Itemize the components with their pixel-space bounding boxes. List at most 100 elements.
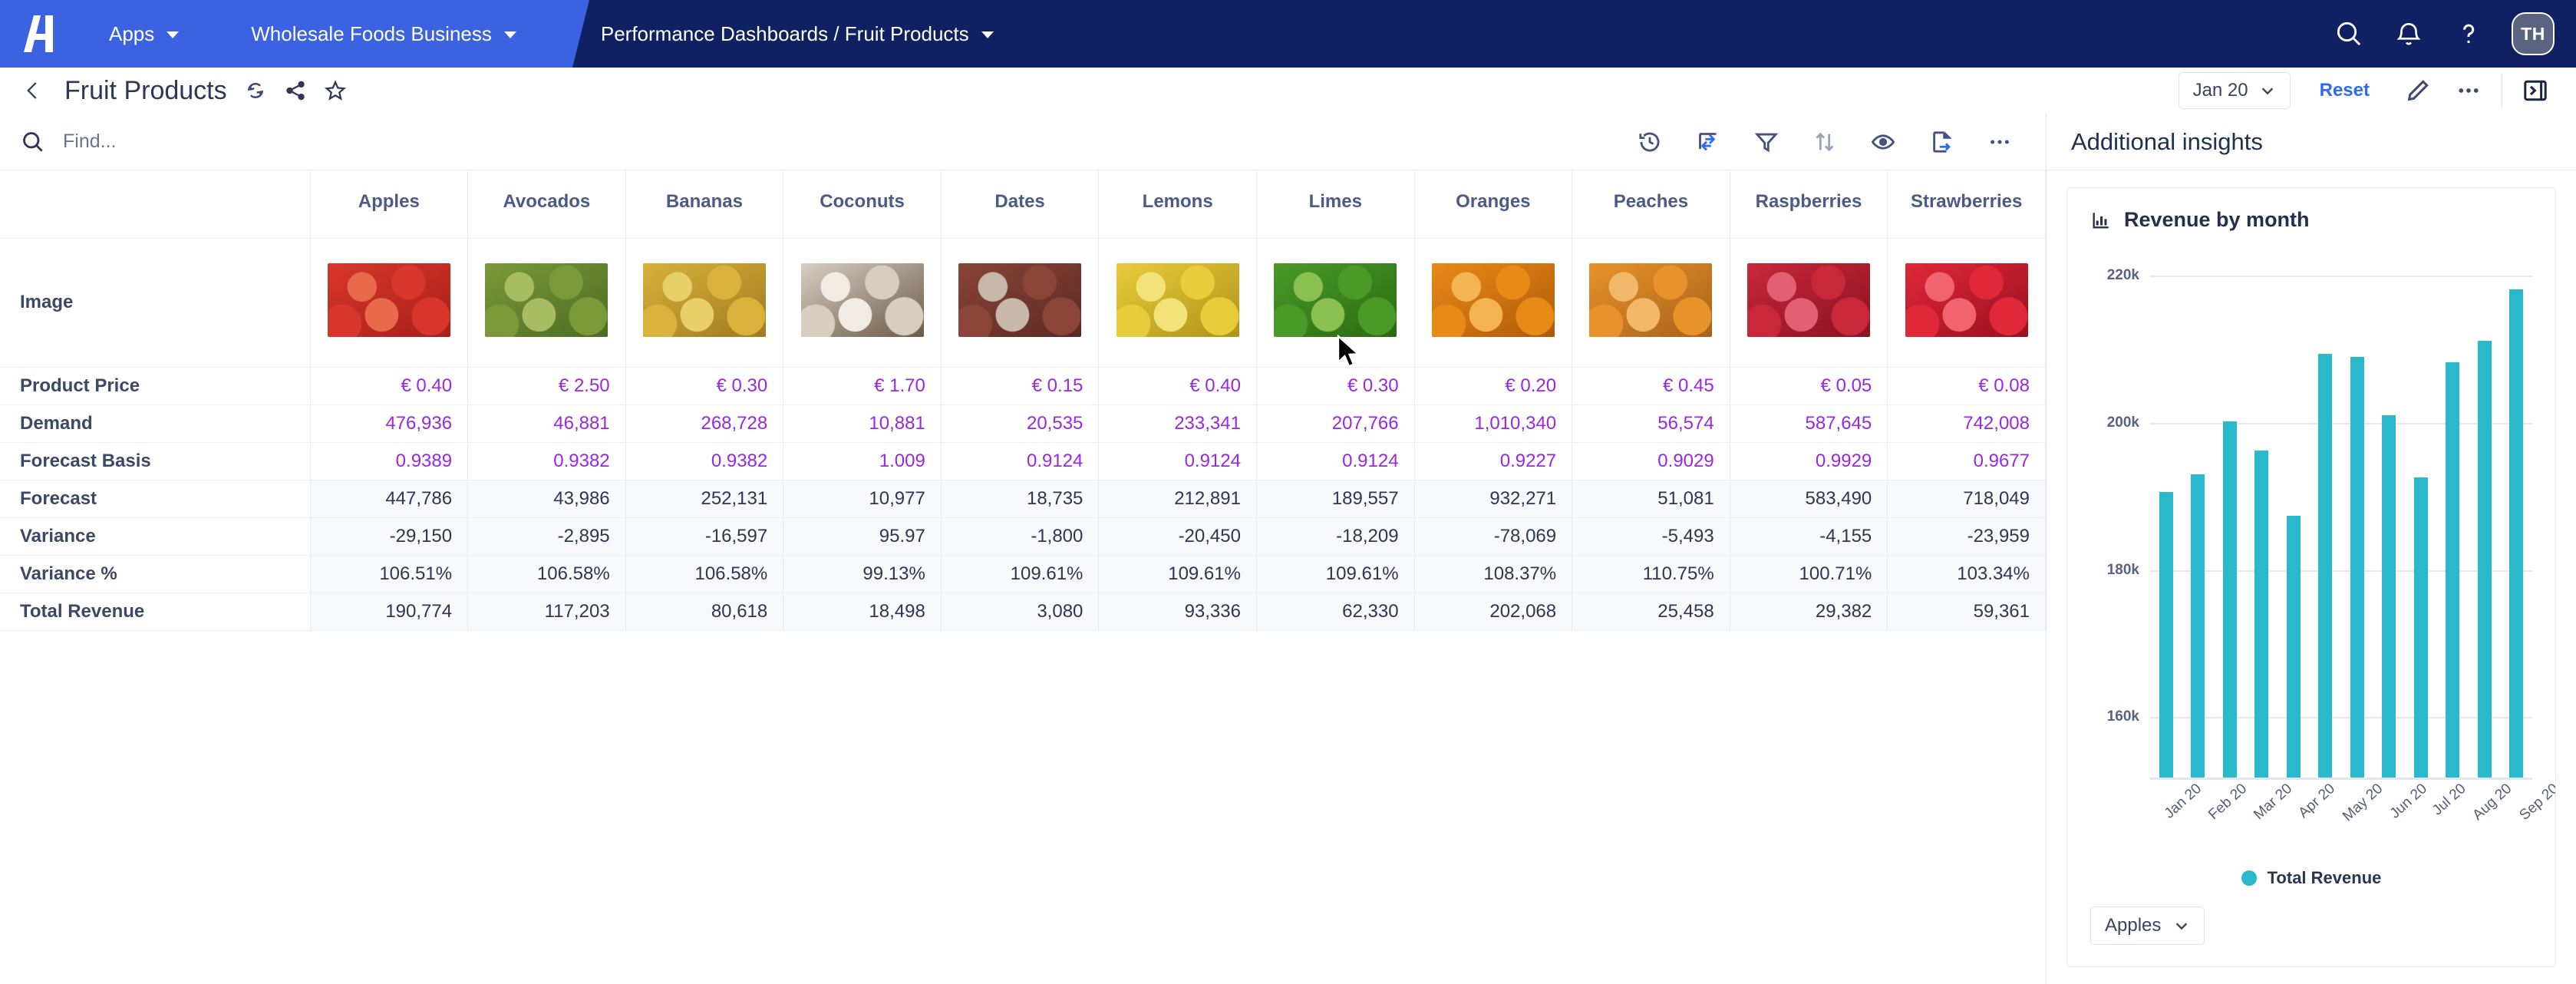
table-cell[interactable]: 476,936 [310,404,469,443]
table-cell[interactable]: 106.51% [310,555,469,593]
image-cell-raspberries[interactable] [1730,238,1888,368]
table-cell[interactable]: 117,203 [467,593,626,631]
workspace-menu-item[interactable]: Wholesale Foods Business [251,22,516,46]
table-cell[interactable]: € 0.40 [310,367,469,405]
table-cell[interactable]: 0.9389 [310,442,469,480]
table-cell[interactable]: 93,336 [1098,593,1257,631]
chart-bar[interactable] [2477,340,2492,778]
table-cell[interactable]: € 0.05 [1730,367,1888,405]
chart-bar-column[interactable] [2469,263,2501,778]
reset-button[interactable]: Reset [2320,80,2370,101]
breadcrumb-menu[interactable]: Performance Dashboards / Fruit Products [561,0,1020,68]
table-cell[interactable]: € 0.30 [625,367,784,405]
table-cell[interactable]: 108.37% [1414,555,1573,593]
chart-bar-column[interactable] [2341,263,2373,778]
table-cell[interactable]: € 0.30 [1256,367,1415,405]
table-cell[interactable]: 100.71% [1730,555,1888,593]
table-cell[interactable]: 189,557 [1256,480,1415,518]
chart-bar-column[interactable] [2373,263,2406,778]
collapse-panel-icon[interactable] [2521,76,2550,105]
table-cell[interactable]: -5,493 [1572,517,1730,556]
table-cell[interactable]: 109.61% [941,555,1100,593]
column-header-bananas[interactable]: Bananas [625,170,784,239]
chart-bar-column[interactable] [2214,263,2246,778]
column-header-limes[interactable]: Limes [1256,170,1415,239]
chart-bar[interactable] [2350,356,2364,778]
table-cell[interactable]: 202,068 [1414,593,1573,631]
table-cell[interactable]: 59,361 [1887,593,2046,631]
chart-bar-column[interactable] [2182,263,2215,778]
search-input[interactable]: Find... [20,129,1636,155]
table-cell[interactable]: 99.13% [783,555,942,593]
table-cell[interactable]: 190,774 [310,593,469,631]
table-cell[interactable]: -4,155 [1730,517,1888,556]
table-cell[interactable]: 932,271 [1414,480,1573,518]
column-header-peaches[interactable]: Peaches [1572,170,1730,239]
chart-bar-column[interactable] [2501,263,2533,778]
table-cell[interactable]: 0.9929 [1730,442,1888,480]
column-header-apples[interactable]: Apples [310,170,469,239]
table-cell[interactable]: 587,645 [1730,404,1888,443]
table-cell[interactable]: 1,010,340 [1414,404,1573,443]
table-cell[interactable]: 207,766 [1256,404,1415,443]
breadcrumb[interactable]: Performance Dashboards / Fruit Products [601,22,994,46]
pencil-icon[interactable] [2403,76,2433,105]
table-cell[interactable]: 742,008 [1887,404,2046,443]
image-cell-strawberries[interactable] [1887,238,2046,368]
image-cell-limes[interactable] [1256,238,1415,368]
chart-bar-column[interactable] [2246,263,2278,778]
table-cell[interactable]: 0.9124 [1256,442,1415,480]
table-cell[interactable]: 252,131 [625,480,784,518]
chart-bar[interactable] [2446,362,2460,778]
table-cell[interactable]: -20,450 [1098,517,1257,556]
apps-menu-item[interactable]: Apps [109,22,180,46]
table-cell[interactable]: 43,986 [467,480,626,518]
table-cell[interactable]: 268,728 [625,404,784,443]
chart-bar-column[interactable] [2310,263,2342,778]
table-cell[interactable]: 20,535 [941,404,1100,443]
table-cell[interactable]: 10,977 [783,480,942,518]
table-cell[interactable]: 110.75% [1572,555,1730,593]
table-cell[interactable]: € 0.20 [1414,367,1573,405]
table-cell[interactable]: 109.61% [1256,555,1415,593]
table-cell[interactable]: 0.9029 [1572,442,1730,480]
chart-bar-column[interactable] [2150,263,2182,778]
table-cell[interactable]: 18,498 [783,593,942,631]
chart-bar[interactable] [2191,474,2205,778]
table-cell[interactable]: 0.9227 [1414,442,1573,480]
table-cell[interactable]: 106.58% [467,555,626,593]
table-cell[interactable]: -29,150 [310,517,469,556]
product-selector-dropdown[interactable]: Apples [2090,906,2205,945]
image-cell-bananas[interactable] [625,238,784,368]
table-cell[interactable]: 447,786 [310,480,469,518]
image-cell-peaches[interactable] [1572,238,1730,368]
table-cell[interactable]: -1,800 [941,517,1100,556]
table-cell[interactable]: 29,382 [1730,593,1888,631]
export-file-icon[interactable] [1928,128,1955,156]
table-cell[interactable]: 25,458 [1572,593,1730,631]
history-icon[interactable] [1636,128,1664,156]
table-cell[interactable]: 109.61% [1098,555,1257,593]
date-selector-button[interactable]: Jan 20 [2178,72,2291,109]
column-header-lemons[interactable]: Lemons [1098,170,1257,239]
chart-bar[interactable] [2222,421,2237,778]
table-cell[interactable]: 51,081 [1572,480,1730,518]
chart-bar[interactable] [2318,353,2333,778]
chart-bar[interactable] [2286,515,2301,778]
image-cell-avocados[interactable] [467,238,626,368]
table-cell[interactable]: 0.9382 [625,442,784,480]
share-icon[interactable] [284,79,307,102]
table-cell[interactable]: 46,881 [467,404,626,443]
import-export-icon[interactable] [1694,128,1722,156]
table-cell[interactable]: 0.9124 [941,442,1100,480]
image-cell-coconuts[interactable] [783,238,942,368]
bell-icon[interactable] [2392,17,2426,51]
chart-bar[interactable] [2413,477,2428,778]
brand-logo-button[interactable] [0,0,83,68]
table-cell[interactable]: -23,959 [1887,517,2046,556]
table-cell[interactable]: 212,891 [1098,480,1257,518]
column-header-coconuts[interactable]: Coconuts [783,170,942,239]
table-cell[interactable]: 1.009 [783,442,942,480]
chart-bar-column[interactable] [2278,263,2310,778]
table-cell[interactable]: 583,490 [1730,480,1888,518]
